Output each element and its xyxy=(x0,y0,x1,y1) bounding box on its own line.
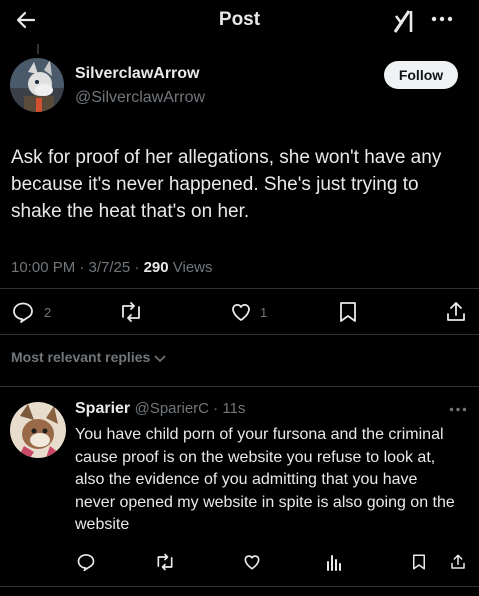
chevron-down-icon xyxy=(154,353,166,363)
reply-header: Sparier @SparierC · 11s xyxy=(75,400,245,418)
divider xyxy=(0,288,479,289)
reply-icon[interactable] xyxy=(76,552,96,572)
repost-icon[interactable] xyxy=(154,552,176,572)
author-name[interactable]: SilverclawArrow xyxy=(75,65,200,83)
reply-icon[interactable] xyxy=(11,300,35,324)
repost-icon[interactable] xyxy=(118,300,144,324)
share-icon[interactable] xyxy=(449,552,467,572)
follow-button[interactable]: Follow xyxy=(384,61,458,89)
replies-sort[interactable]: Most relevant replies xyxy=(11,349,166,365)
grok-icon[interactable] xyxy=(392,8,416,34)
reply-author-name[interactable]: Sparier xyxy=(75,400,130,417)
divider xyxy=(0,386,479,387)
replies-sort-label: Most relevant replies xyxy=(11,349,151,365)
views-icon[interactable] xyxy=(325,552,343,572)
thread-line xyxy=(37,44,39,54)
post-action-bar: 2 1 xyxy=(0,296,479,328)
views-label: Views xyxy=(168,259,213,276)
share-icon[interactable] xyxy=(444,300,468,324)
post-time[interactable]: 10:00 PM · 3/7/25 · xyxy=(11,259,144,276)
like-icon[interactable] xyxy=(242,552,262,572)
reply-meta[interactable]: @SparierC · 11s xyxy=(135,400,246,417)
views-count: 290 xyxy=(143,259,169,276)
reply-count: 2 xyxy=(44,305,52,320)
post-text: Ask for proof of her allegations, she wo… xyxy=(11,147,442,222)
author-handle[interactable]: @SilverclawArrow xyxy=(75,89,205,107)
reply-text: You have child porn of your fursona and … xyxy=(75,426,455,533)
post-meta: 10:00 PM · 3/7/25 · 290 Views xyxy=(11,259,213,276)
divider xyxy=(0,586,479,587)
like-icon[interactable] xyxy=(229,300,253,324)
like-count: 1 xyxy=(260,305,268,320)
divider xyxy=(0,334,479,335)
top-bar: Post xyxy=(0,0,479,40)
more-icon[interactable] xyxy=(449,407,467,412)
bookmark-icon[interactable] xyxy=(336,300,360,324)
avatar[interactable] xyxy=(10,402,66,458)
more-icon[interactable] xyxy=(431,16,453,22)
bookmark-icon[interactable] xyxy=(410,552,428,572)
reply-action-bar xyxy=(0,550,479,574)
avatar[interactable] xyxy=(10,58,64,112)
